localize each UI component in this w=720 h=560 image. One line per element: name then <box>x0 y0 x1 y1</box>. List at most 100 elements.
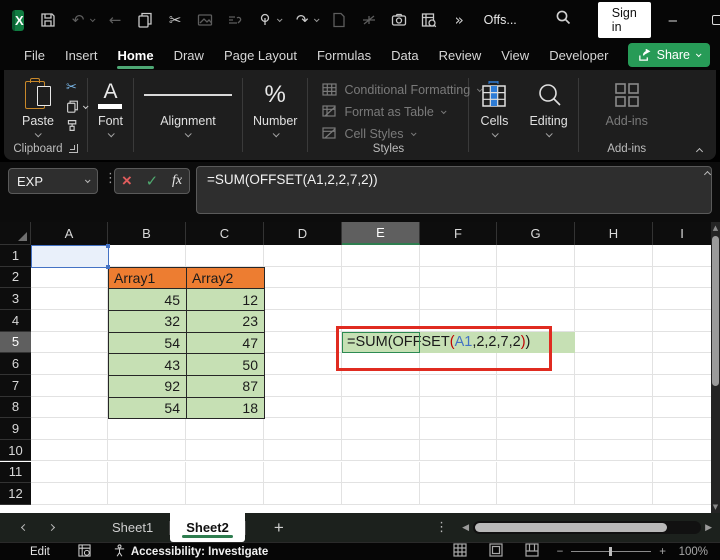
cell-D9[interactable] <box>264 418 342 440</box>
column-header-G[interactable]: G <box>497 222 575 245</box>
table-value-B5[interactable]: 54 <box>108 331 187 355</box>
undo-icon[interactable]: ↶ <box>70 11 87 29</box>
cell-I10[interactable] <box>653 439 712 462</box>
ribbon-tab-data[interactable]: Data <box>381 43 428 68</box>
cell-E1[interactable] <box>342 245 420 267</box>
table-value-C5[interactable]: 47 <box>186 331 265 355</box>
cell-H9[interactable] <box>575 418 653 440</box>
cell-E8[interactable] <box>342 396 420 419</box>
row-header-9[interactable]: 9 <box>0 418 31 440</box>
cell-G6[interactable] <box>497 353 575 375</box>
table-header-Array1[interactable]: Array1 <box>108 266 187 290</box>
cell-B10[interactable] <box>108 439 186 462</box>
horizontal-scrollbar[interactable]: ◀ ▶ <box>462 521 712 534</box>
table-value-C6[interactable]: 50 <box>186 353 265 376</box>
cell-D1[interactable] <box>264 245 342 267</box>
clipboard-dialog-launcher-icon[interactable] <box>68 144 78 153</box>
normal-view-icon[interactable] <box>452 543 467 560</box>
cell-E11[interactable] <box>342 461 420 484</box>
cell-I3[interactable] <box>653 288 712 310</box>
cell-C9[interactable] <box>186 418 264 440</box>
cell-G12[interactable] <box>497 483 575 505</box>
cell-B11[interactable] <box>108 461 186 484</box>
copy-icon[interactable] <box>137 12 154 29</box>
column-header-F[interactable]: F <box>420 222 497 245</box>
cell-I1[interactable] <box>653 245 712 267</box>
cell-E4[interactable] <box>342 309 420 332</box>
ribbon-tab-review[interactable]: Review <box>429 43 492 68</box>
lookup-sheet-icon[interactable] <box>421 12 438 29</box>
cell-G8[interactable] <box>497 396 575 419</box>
cells-button[interactable]: Cells <box>469 76 519 139</box>
column-header-A[interactable]: A <box>31 222 108 245</box>
minimize-button[interactable]: – <box>651 0 695 40</box>
cell-H11[interactable] <box>575 461 653 484</box>
row-header-4[interactable]: 4 <box>0 309 31 332</box>
cell-H6[interactable] <box>575 353 653 375</box>
alignment-button[interactable]: Alignment <box>134 76 242 139</box>
scroll-down-icon[interactable]: ▼ <box>711 503 720 511</box>
formula-input[interactable]: =SUM(OFFSET(A1,2,2,7,2)) <box>196 166 712 214</box>
redo-icon[interactable]: ↷ <box>294 11 311 29</box>
cell-D3[interactable] <box>264 288 342 310</box>
cell-D4[interactable] <box>264 309 342 332</box>
cell-A2[interactable] <box>31 266 108 289</box>
zoom-percentage[interactable]: 100% <box>674 546 708 558</box>
cell-F10[interactable] <box>420 439 497 462</box>
cell-D7[interactable] <box>264 374 342 397</box>
next-sheet-icon[interactable] <box>47 523 56 532</box>
table-value-C7[interactable]: 87 <box>186 374 265 398</box>
cell-E3[interactable] <box>342 288 420 310</box>
row-header-5[interactable]: 5 <box>0 331 31 354</box>
zoom-slider-thumb[interactable] <box>609 546 612 556</box>
enter-icon[interactable]: ✓ <box>146 172 159 190</box>
cell-C10[interactable] <box>186 439 264 462</box>
cell-H5[interactable] <box>575 331 653 354</box>
excel-app-icon[interactable]: X <box>12 9 24 31</box>
cell-I4[interactable] <box>653 309 712 332</box>
copy-button[interactable] <box>66 99 89 114</box>
sheet-tab-sheet2[interactable]: Sheet2 <box>170 513 245 542</box>
insert-function-icon[interactable]: fx <box>172 173 182 189</box>
cell-E9[interactable] <box>342 418 420 440</box>
styles-item-conditional-formatting[interactable]: Conditional Formatting <box>322 82 483 97</box>
cell-I2[interactable] <box>653 266 712 289</box>
cell-D12[interactable] <box>264 483 342 505</box>
cell-C1[interactable] <box>186 245 264 267</box>
ribbon-tab-insert[interactable]: Insert <box>55 43 108 68</box>
cell-H7[interactable] <box>575 374 653 397</box>
maximize-button[interactable] <box>695 0 720 40</box>
cell-F3[interactable] <box>420 288 497 310</box>
column-header-B[interactable]: B <box>108 222 186 245</box>
cell-G4[interactable] <box>497 309 575 332</box>
cell-D5[interactable] <box>264 331 342 354</box>
active-cell-edit-area[interactable]: =SUM(OFFSET(A1,2,2,7,2)) <box>342 331 575 354</box>
row-header-12[interactable]: 12 <box>0 483 31 505</box>
cell-G9[interactable] <box>497 418 575 440</box>
cell-B9[interactable] <box>108 418 186 440</box>
cell-E12[interactable] <box>342 483 420 505</box>
ribbon-tab-home[interactable]: Home <box>107 43 163 69</box>
zoom-in-icon[interactable]: + <box>659 546 666 558</box>
cell-F4[interactable] <box>420 309 497 332</box>
cell-H8[interactable] <box>575 396 653 419</box>
column-header-E[interactable]: E <box>342 222 420 245</box>
row-header-7[interactable]: 7 <box>0 374 31 397</box>
cell-G2[interactable] <box>497 266 575 289</box>
collapse-ribbon-icon[interactable] <box>695 147 704 156</box>
cell-E7[interactable] <box>342 374 420 397</box>
cell-F8[interactable] <box>420 396 497 419</box>
horizontal-scrollbar-thumb[interactable] <box>475 523 668 532</box>
paste-button[interactable]: Paste <box>12 76 64 139</box>
back-arrow-icon[interactable]: ← <box>107 11 124 29</box>
cell-B1[interactable] <box>108 245 186 267</box>
cell-C12[interactable] <box>186 483 264 505</box>
ribbon-tab-developer[interactable]: Developer <box>539 43 618 68</box>
cell-A3[interactable] <box>31 288 108 310</box>
reference-cell-A1[interactable] <box>31 244 110 269</box>
table-value-B8[interactable]: 54 <box>108 396 187 420</box>
sign-in-button[interactable]: Sign in <box>597 2 651 38</box>
addins-button[interactable]: Add-ins <box>595 76 657 130</box>
cell-I8[interactable] <box>653 396 712 419</box>
cell-D2[interactable] <box>264 266 342 289</box>
